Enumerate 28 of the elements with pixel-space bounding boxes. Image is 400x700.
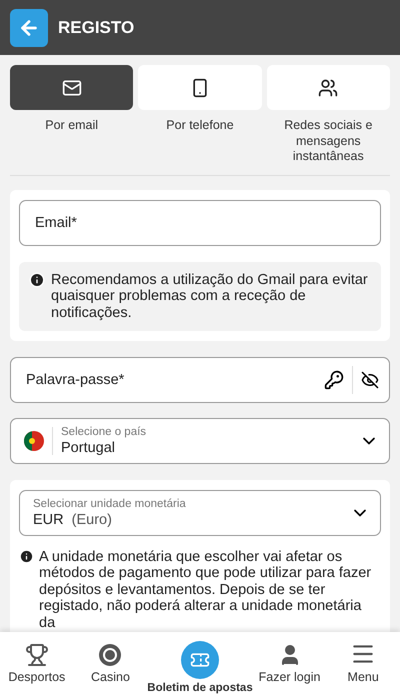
email-field-frame[interactable]: Email*: [19, 200, 381, 246]
password-field-frame[interactable]: Palavra-passe*: [10, 357, 390, 403]
back-button[interactable]: [10, 8, 48, 46]
nav-item[interactable]: Casino: [74, 632, 148, 700]
gmail-notice: Recomendamos a utilização do Gmail para evitar quaisquer problemas com a receção de notificações.: [51, 272, 369, 321]
casino-chip-icon: [98, 643, 122, 667]
info-icon: [19, 549, 34, 564]
currency-notice: A unidade monetária que escolher vai afetar os métodos de pagamento que pode utilizar para fazer depósitos e levantamentos. Depois de se ter registado, não poderá alterar a unidade monetária da: [39, 549, 372, 631]
nav-item[interactable]: Menu: [326, 632, 400, 700]
trophy-icon: [24, 643, 49, 667]
nav-item[interactable]: Boletim de apostas: [147, 632, 253, 700]
nav-item[interactable]: Desportos: [0, 632, 74, 700]
registration-tab[interactable]: Por email: [10, 65, 134, 165]
registration-tab[interactable]: Redes sociais e mensagens instantâneas: [266, 65, 390, 165]
email-field[interactable]: Email*: [33, 214, 370, 232]
currency-select[interactable]: Selecionar unidade monetária EUR (Euro): [19, 490, 381, 536]
key-icon: [324, 370, 344, 390]
envelope-icon: [62, 78, 82, 98]
ticket-icon: [180, 641, 219, 679]
country-select[interactable]: Selecione o país Portugal: [10, 418, 390, 464]
hide-password-icon[interactable]: [361, 371, 379, 389]
nav-item[interactable]: Fazer login: [252, 632, 326, 700]
people-icon: [318, 78, 338, 98]
registration-tab[interactable]: Por telefone: [138, 65, 262, 165]
password-field[interactable]: Palavra-passe*: [24, 371, 324, 389]
alert-icon: [29, 272, 45, 288]
flag-icon: [24, 431, 44, 451]
page-title: REGISTO: [58, 18, 134, 38]
